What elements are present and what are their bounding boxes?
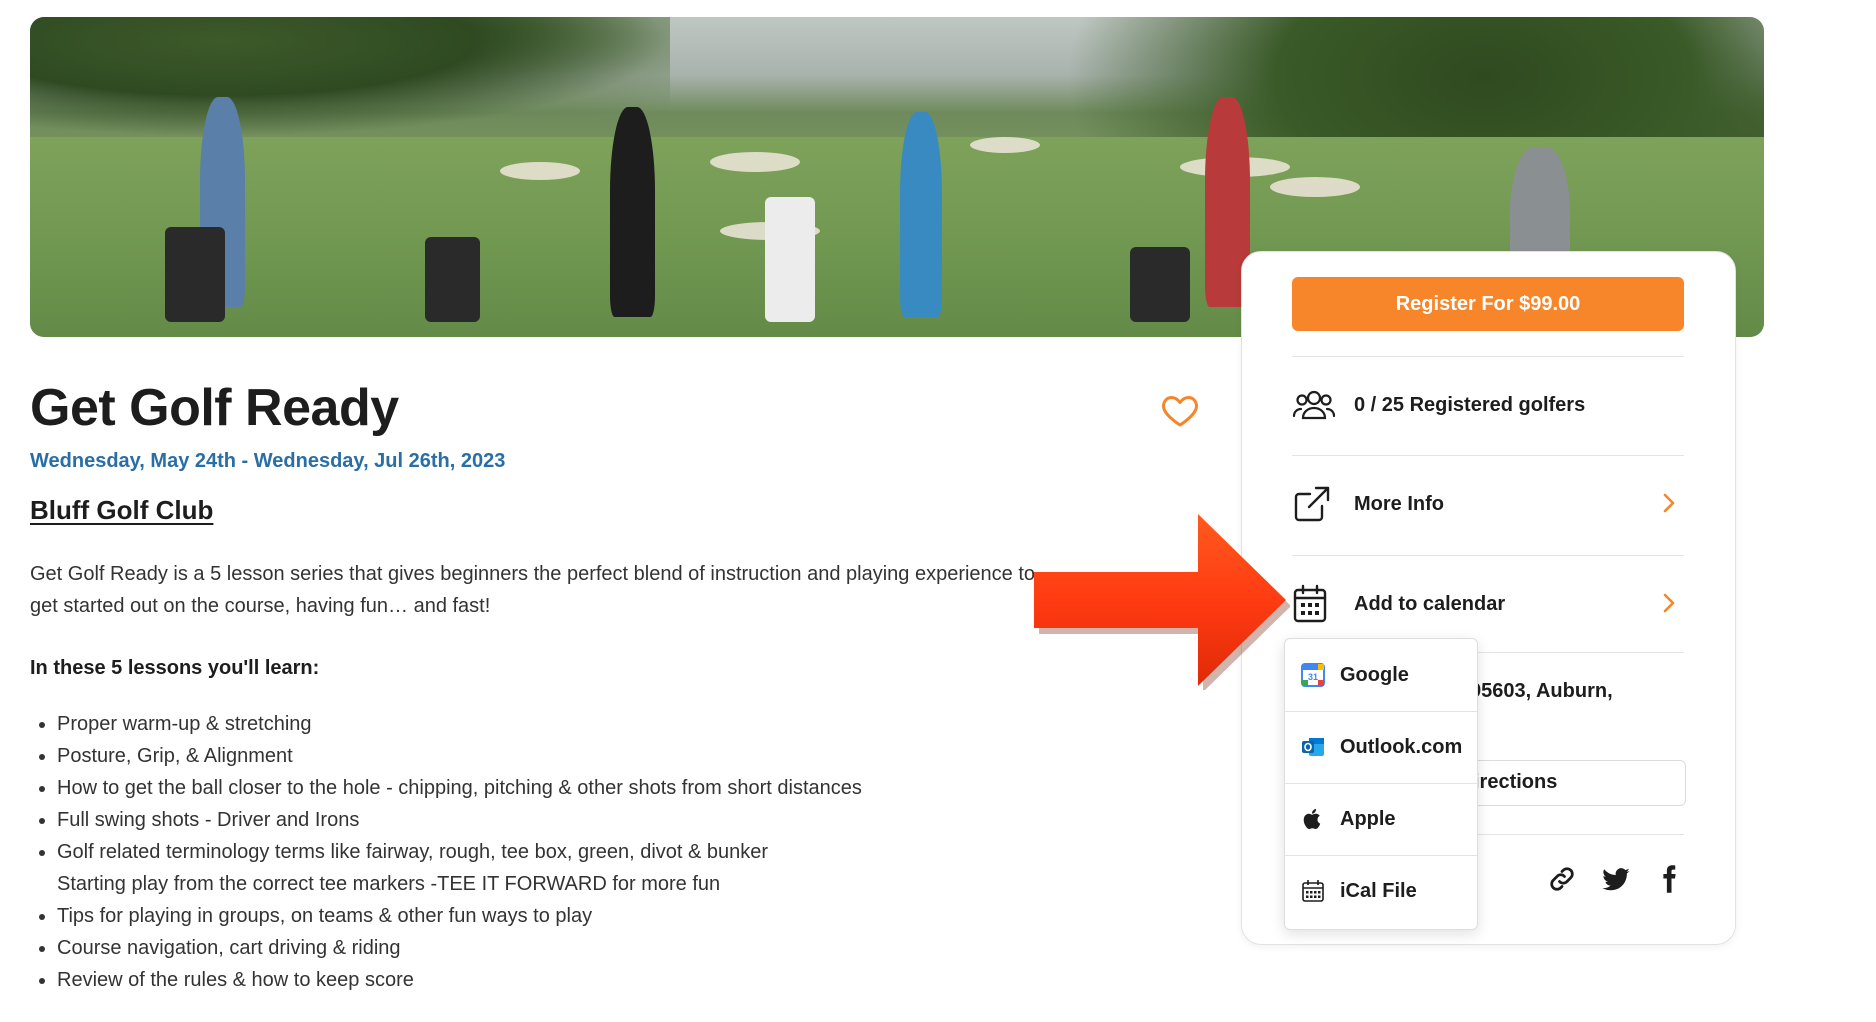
annotation-arrow-icon — [1034, 514, 1290, 690]
hero-golf-bag — [765, 197, 815, 322]
hero-bunker — [970, 137, 1040, 153]
hero-bunker — [710, 152, 800, 172]
ical-icon — [1302, 880, 1324, 902]
lessons-heading: In these 5 lessons you'll learn: — [30, 657, 320, 679]
chevron-right-icon — [1663, 493, 1675, 513]
lessons-list: Proper warm-up & stretching Posture, Gri… — [30, 708, 862, 996]
hero-bunker — [1270, 177, 1360, 197]
facebook-icon[interactable] — [1654, 864, 1684, 894]
calendar-option-label: Outlook.com — [1340, 735, 1463, 758]
add-to-calendar-row[interactable]: Add to calendar — [1292, 574, 1684, 634]
list-item: Course navigation, cart driving & riding — [57, 932, 862, 964]
more-info-row[interactable]: More Info — [1292, 474, 1684, 534]
divider — [1292, 455, 1684, 456]
hero-trees-left — [30, 17, 670, 137]
list-item: Posture, Grip, & Alignment — [57, 740, 862, 772]
hero-golfer — [900, 112, 942, 317]
list-item: Proper warm-up & stretching — [57, 708, 862, 740]
club-link[interactable]: Bluff Golf Club — [30, 495, 213, 526]
more-info-label: More Info — [1354, 492, 1444, 515]
list-item: Review of the rules & how to keep score — [57, 964, 862, 996]
hero-golfer — [610, 107, 655, 317]
registered-golfers-row: 0 / 25 Registered golfers — [1292, 375, 1684, 435]
calendar-option-apple[interactable]: Apple — [1285, 783, 1477, 855]
hero-golf-bag — [425, 237, 480, 322]
calendar-option-ical[interactable]: iCal File — [1285, 855, 1477, 927]
add-to-calendar-label: Add to calendar — [1354, 592, 1506, 615]
directions-label: irections — [1474, 771, 1558, 793]
svg-text:31: 31 — [1308, 672, 1318, 682]
list-item: Golf related terminology terms like fair… — [57, 836, 862, 868]
list-item: Starting play from the correct tee marke… — [57, 873, 721, 895]
event-description: Get Golf Ready is a 5 lesson series that… — [30, 563, 1036, 617]
favorite-heart-icon[interactable] — [1160, 390, 1200, 430]
chevron-right-icon — [1663, 593, 1675, 613]
divider — [1292, 555, 1684, 556]
page-title: Get Golf Ready — [30, 379, 399, 437]
list-item: Full swing shots - Driver and Irons — [57, 804, 862, 836]
calendar-option-google[interactable]: 31 Google — [1285, 639, 1477, 711]
calendar-option-outlook[interactable]: Outlook.com — [1285, 711, 1477, 783]
address-text: 95603, Auburn, — [1470, 680, 1613, 702]
calendar-option-label: iCal File — [1340, 879, 1417, 902]
calendar-icon — [1293, 584, 1327, 623]
calendar-option-label: Apple — [1340, 807, 1396, 830]
register-button[interactable]: Register For $99.00 — [1292, 277, 1684, 331]
hero-golf-bag — [165, 227, 225, 322]
people-group-icon — [1292, 390, 1336, 420]
calendar-option-label: Google — [1340, 663, 1409, 686]
external-link-icon — [1294, 486, 1330, 522]
event-dates: Wednesday, May 24th - Wednesday, Jul 26t… — [30, 450, 506, 472]
apple-icon — [1303, 808, 1321, 830]
divider — [1292, 356, 1684, 357]
hero-bunker — [500, 162, 580, 180]
list-item: How to get the ball closer to the hole -… — [57, 772, 862, 804]
registered-count: 0 / 25 Registered golfers — [1354, 393, 1586, 416]
outlook-icon — [1302, 738, 1324, 756]
link-icon[interactable] — [1547, 864, 1577, 894]
google-calendar-icon: 31 — [1301, 663, 1325, 687]
hero-golf-bag — [1130, 247, 1190, 322]
list-item: Tips for playing in groups, on teams & o… — [57, 900, 862, 932]
twitter-icon[interactable] — [1601, 864, 1631, 894]
calendar-dropdown-menu: 31 Google Outlook.com Apple iCal File — [1284, 638, 1478, 930]
